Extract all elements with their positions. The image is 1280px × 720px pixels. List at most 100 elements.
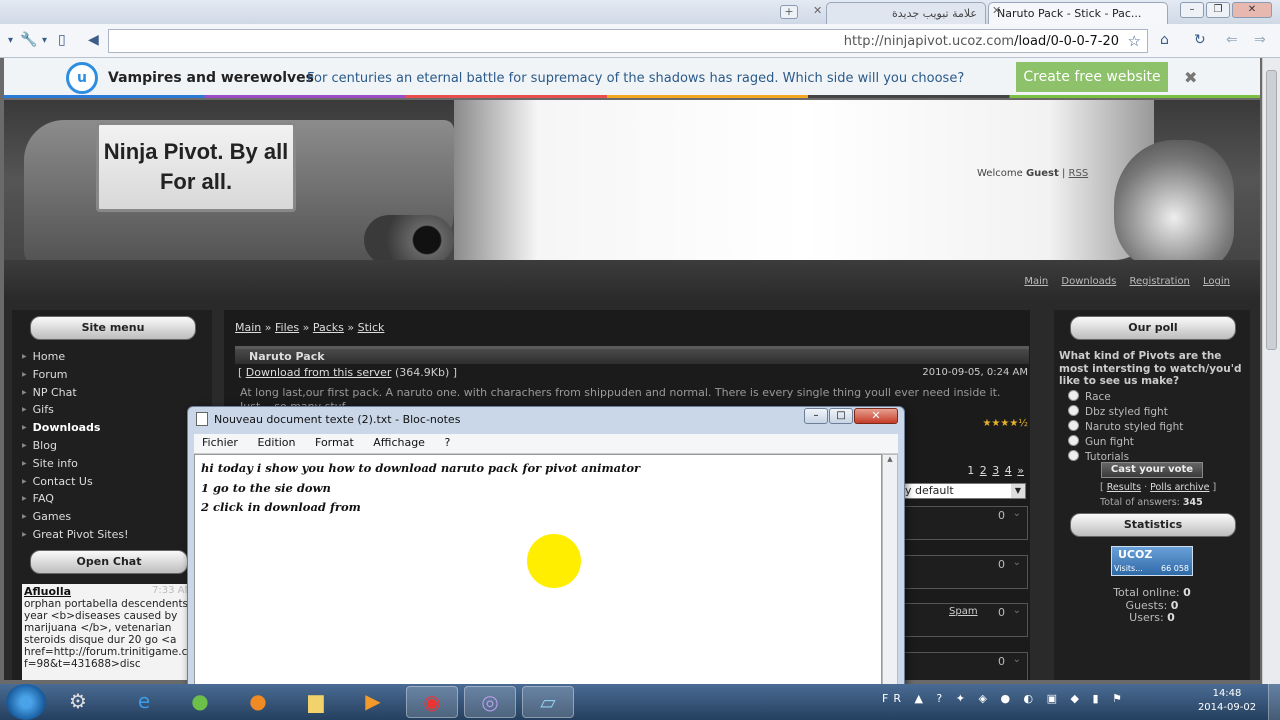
show-desktop-button[interactable] (1268, 684, 1280, 720)
internet-explorer-icon[interactable]: e (118, 686, 170, 718)
banner-text[interactable]: For centuries an eternal battle for supr… (307, 71, 964, 86)
minimize-icon[interactable]: – (1180, 2, 1204, 18)
page-icon[interactable]: ▯ (58, 32, 66, 48)
page-scrollbar[interactable] (1262, 58, 1280, 684)
visit-counter[interactable]: UCOZ Visits... 66 058 (1111, 546, 1193, 576)
page-4[interactable]: 4 (1005, 464, 1012, 477)
nav-registration[interactable]: Registration (1130, 276, 1190, 287)
menu-format[interactable]: Format (315, 436, 354, 449)
online-value: 0 (1183, 586, 1191, 599)
site-header: Ninja Pivot. By all For all. Welcome Gue… (4, 100, 1260, 300)
cast-vote-button[interactable]: Cast your vote (1101, 462, 1203, 478)
create-website-button[interactable]: Create free website (1016, 62, 1168, 92)
poll-option-gun-fight[interactable]: Gun fight (1068, 435, 1134, 448)
reload-icon[interactable]: ↻ (1194, 32, 1206, 48)
page-next[interactable]: » (1017, 464, 1024, 477)
address-bar[interactable]: http://ninjapivot.ucoz.com/load/0-0-0-7-… (108, 29, 1148, 53)
close-tab-icon[interactable]: ✕ (992, 4, 1001, 17)
menu-fichier[interactable]: Fichier (202, 436, 238, 449)
poll-option-naruto[interactable]: Naruto styled fight (1068, 420, 1183, 433)
chevron-down-icon[interactable]: ⌄ (1013, 508, 1021, 519)
tab-new-tab[interactable]: علامة تبويب جديدة (826, 2, 986, 24)
language-indicator[interactable]: FR (882, 692, 906, 705)
sort-select[interactable]: y default ▼ (902, 483, 1026, 499)
nav-login[interactable]: Login (1203, 276, 1230, 287)
menu-faq[interactable]: FAQ (22, 490, 129, 508)
start-button[interactable] (6, 684, 46, 720)
chevron-down-icon[interactable]: ▼ (1011, 484, 1025, 498)
notepad-scrollbar[interactable]: ▲ (882, 454, 898, 697)
wrench-icon[interactable]: 🔧 (20, 32, 37, 48)
banner-heading[interactable]: Vampires and werewolves (108, 70, 314, 86)
chevron-down-icon[interactable]: ⌄ (1013, 654, 1021, 665)
spam-link[interactable]: Spam (949, 606, 978, 617)
nav-main[interactable]: Main (1024, 276, 1048, 287)
online-label: Total online: (1113, 586, 1180, 599)
scroll-thumb[interactable] (1266, 70, 1277, 350)
poll-option-dbz[interactable]: Dbz styled fight (1068, 405, 1168, 418)
notepad-text-area[interactable]: hi today i show you how to download naru… (194, 454, 882, 697)
home-icon[interactable]: ⌂ (1160, 32, 1169, 48)
comment-count: 0 (998, 606, 1005, 619)
nav-downloads[interactable]: Downloads (1061, 276, 1116, 287)
polls-archive-link[interactable]: Polls archive (1150, 482, 1209, 493)
menu-blog[interactable]: Blog (22, 437, 129, 455)
maximize-icon[interactable]: ❐ (1206, 2, 1230, 18)
chevron-down-icon[interactable]: ⌄ (1013, 605, 1021, 616)
menu-forum[interactable]: Forum (22, 366, 129, 384)
close-tab-icon[interactable]: ✕ (813, 4, 822, 17)
welcome-text: Welcome Guest | RSS (977, 168, 1088, 179)
torrent-app-icon[interactable]: ◎ (464, 686, 516, 718)
forward-arrow-icon[interactable]: ⇒ (1254, 32, 1266, 48)
menu-home[interactable]: Home (22, 348, 129, 366)
close-window-icon[interactable]: ✕ (1232, 2, 1272, 18)
menu-edition[interactable]: Edition (257, 436, 295, 449)
menu-np-chat[interactable]: NP Chat (22, 384, 129, 402)
crumb-packs[interactable]: Packs (313, 321, 344, 334)
page-3[interactable]: 3 (992, 464, 999, 477)
separator: · (1144, 482, 1148, 493)
dropdown-icon[interactable]: ▾ (8, 35, 13, 46)
menu-great-pivot-sites[interactable]: Great Pivot Sites! (22, 526, 129, 544)
menu-affichage[interactable]: Affichage (373, 436, 425, 449)
globe-app-icon[interactable]: ● (174, 686, 226, 718)
poll-title: Our poll (1070, 316, 1236, 340)
download-link[interactable]: Download from this server (246, 366, 392, 379)
back-arrow-icon[interactable]: ⇐ (1226, 32, 1238, 48)
firefox-icon[interactable]: ● (232, 686, 284, 718)
minimize-icon[interactable]: – (804, 408, 828, 424)
menu-site-info[interactable]: Site info (22, 455, 129, 473)
close-icon[interactable]: ✕ (854, 408, 898, 424)
back-icon[interactable]: ◀ (88, 32, 99, 48)
notepad-app-icon[interactable]: ▱ (522, 686, 574, 718)
media-player-icon[interactable]: ▶ (347, 686, 399, 718)
results-link[interactable]: Results (1107, 482, 1141, 493)
page-2[interactable]: 2 (980, 464, 987, 477)
total-label: Total of answers: (1100, 497, 1180, 508)
rss-link[interactable]: RSS (1069, 168, 1089, 179)
menu-contact-us[interactable]: Contact Us (22, 473, 129, 491)
crumb-files[interactable]: Files (275, 321, 299, 334)
dropdown-icon[interactable]: ▾ (42, 35, 47, 46)
chrome-icon[interactable]: ◉ (406, 686, 458, 718)
folder-icon[interactable]: ▆ (290, 686, 342, 718)
menu-gifs[interactable]: Gifs (22, 401, 129, 419)
crumb-stick[interactable]: Stick (358, 321, 385, 334)
welcome-label: Welcome (977, 168, 1023, 179)
new-tab-icon[interactable]: + (780, 5, 798, 19)
clock-date: 2014-09-02 (1197, 702, 1257, 713)
poll-option-race[interactable]: Race (1068, 390, 1111, 403)
banner-close-icon[interactable]: ✖ (1184, 68, 1197, 87)
scroll-up-icon[interactable]: ▲ (883, 455, 897, 463)
crumb-main[interactable]: Main (235, 321, 261, 334)
menu-downloads[interactable]: Downloads (22, 419, 129, 437)
menu-games[interactable]: Games (22, 508, 129, 526)
chevron-down-icon[interactable]: ⌄ (1013, 557, 1021, 568)
bookmark-star-icon[interactable]: ☆ (1128, 32, 1141, 50)
clock[interactable]: 14:48 2014-09-02 (1196, 687, 1258, 715)
settings-app-icon[interactable]: ⚙ (52, 686, 104, 718)
menu-help[interactable]: ? (444, 436, 450, 449)
tab-naruto-pack[interactable]: Naruto Pack - Stick - Pac... (988, 2, 1168, 24)
maximize-icon[interactable]: □ (829, 408, 853, 424)
rating-stars[interactable]: ★★★★½ (982, 418, 1028, 429)
